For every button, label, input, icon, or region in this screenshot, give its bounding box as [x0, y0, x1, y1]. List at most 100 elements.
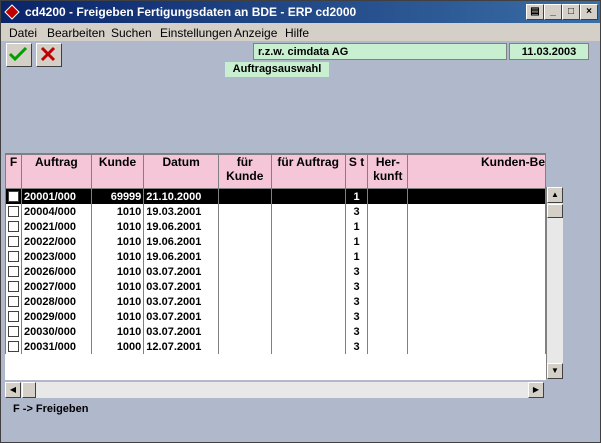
cell-fuer-kunde	[217, 234, 272, 249]
cell-herkunft	[367, 339, 409, 354]
table-row[interactable]: 20028/000 1010 03.07.2001 3	[5, 294, 546, 309]
row-checkbox[interactable]	[5, 188, 22, 204]
cell-datum: 19.06.2001	[143, 219, 219, 234]
row-checkbox[interactable]	[5, 324, 22, 339]
row-checkbox[interactable]	[5, 294, 22, 309]
table-row[interactable]: 20004/000 1010 19.03.2001 3	[5, 204, 546, 219]
cell-datum: 19.03.2001	[143, 204, 219, 219]
col-header-f[interactable]: F	[5, 154, 22, 189]
cell-datum: 03.07.2001	[143, 309, 219, 324]
checkbox-icon[interactable]	[8, 206, 19, 218]
scroll-down-icon[interactable]: ▼	[547, 363, 563, 379]
maximize-button[interactable]: □	[562, 4, 580, 20]
cell-fuer-kunde	[217, 324, 272, 339]
cell-datum: 19.06.2001	[143, 249, 219, 264]
cell-st: 1	[344, 249, 369, 264]
minimize-button[interactable]: _	[544, 4, 562, 20]
cell-datum: 21.10.2000	[143, 188, 219, 204]
col-header-fuer-kunde[interactable]: für Kunde	[217, 154, 272, 189]
scroll-left-icon[interactable]: ◀	[5, 382, 21, 398]
row-checkbox[interactable]	[5, 279, 22, 294]
cell-auftrag: 20029/000	[21, 309, 92, 324]
cell-fuer-kunde	[217, 219, 272, 234]
cell-fuer-auftrag	[270, 234, 346, 249]
table-row[interactable]: 20023/000 1010 19.06.2001 1	[5, 249, 546, 264]
scroll-right-icon[interactable]: ▶	[528, 382, 544, 398]
cell-herkunft	[367, 279, 409, 294]
checkbox-icon[interactable]	[8, 326, 19, 338]
cell-datum: 03.07.2001	[143, 294, 219, 309]
order-grid[interactable]: F Auftrag Kunde Datum für Kunde für Auft…	[5, 153, 546, 380]
row-checkbox[interactable]	[5, 264, 22, 279]
cell-auftrag: 20030/000	[21, 324, 92, 339]
checkbox-icon[interactable]	[8, 296, 19, 308]
menu-hilfe[interactable]: Hilfe	[285, 26, 309, 40]
menu-anzeige[interactable]: Anzeige	[234, 26, 277, 40]
cell-datum: 12.07.2001	[143, 339, 219, 354]
window-title: cd4200 - Freigeben Fertigungsdaten an BD…	[25, 5, 357, 19]
checkbox-icon[interactable]	[8, 341, 19, 353]
cell-herkunft	[367, 324, 409, 339]
horizontal-scrollbar[interactable]: ◀ ▶	[5, 382, 544, 398]
cell-fuer-auftrag	[270, 249, 346, 264]
row-checkbox[interactable]	[5, 339, 22, 354]
table-row[interactable]: 20021/000 1010 19.06.2001 1	[5, 219, 546, 234]
table-row[interactable]: 20001/000 69999 21.10.2000 1	[5, 188, 546, 204]
row-checkbox[interactable]	[5, 204, 22, 219]
scroll-up-icon[interactable]: ▲	[547, 187, 563, 203]
cancel-button[interactable]	[36, 43, 62, 67]
table-row[interactable]: 20030/000 1010 03.07.2001 3	[5, 324, 546, 339]
table-row[interactable]: 20029/000 1010 03.07.2001 3	[5, 309, 546, 324]
cell-kunden-be	[407, 309, 546, 324]
cell-auftrag: 20026/000	[21, 264, 92, 279]
cell-kunden-be	[407, 339, 546, 354]
menu-einstellungen[interactable]: Einstellungen	[160, 26, 232, 40]
cell-fuer-kunde	[217, 309, 272, 324]
title-bar: cd4200 - Freigeben Fertigungsdaten an BD…	[1, 1, 600, 23]
ok-button[interactable]	[6, 43, 32, 67]
row-checkbox[interactable]	[5, 234, 22, 249]
cell-kunde: 1010	[90, 294, 145, 309]
table-row[interactable]: 20026/000 1010 03.07.2001 3	[5, 264, 546, 279]
print-icon[interactable]: ▤	[526, 4, 544, 20]
menu-datei[interactable]: Datei	[9, 26, 37, 40]
col-header-auftrag[interactable]: Auftrag	[21, 154, 92, 189]
cell-auftrag: 20001/000	[21, 188, 92, 204]
col-header-kunden-be[interactable]: Kunden-Be	[407, 154, 546, 189]
table-row[interactable]: 20031/000 1000 12.07.2001 3	[5, 339, 546, 354]
scroll-thumb[interactable]	[547, 204, 563, 218]
col-header-st[interactable]: S t	[344, 154, 369, 189]
cell-fuer-kunde	[217, 204, 272, 219]
cell-fuer-auftrag	[270, 309, 346, 324]
col-header-kunde[interactable]: Kunde	[90, 154, 145, 189]
checkbox-icon[interactable]	[8, 266, 19, 278]
checkbox-icon[interactable]	[8, 281, 19, 293]
cell-herkunft	[367, 188, 409, 204]
row-checkbox[interactable]	[5, 219, 22, 234]
cell-kunden-be	[407, 294, 546, 309]
table-row[interactable]: 20027/000 1010 03.07.2001 3	[5, 279, 546, 294]
checkbox-icon[interactable]	[8, 251, 19, 263]
menu-suchen[interactable]: Suchen	[111, 26, 152, 40]
cell-auftrag: 20022/000	[21, 234, 92, 249]
vertical-scrollbar[interactable]: ▲ ▼	[546, 187, 563, 379]
cell-kunden-be	[407, 219, 546, 234]
checkbox-icon[interactable]	[8, 311, 19, 323]
checkbox-icon[interactable]	[8, 221, 19, 233]
close-button[interactable]: ×	[580, 4, 598, 20]
row-checkbox[interactable]	[5, 309, 22, 324]
hscroll-thumb[interactable]	[22, 382, 36, 398]
cell-fuer-auftrag	[270, 324, 346, 339]
cell-datum: 19.06.2001	[143, 234, 219, 249]
row-checkbox[interactable]	[5, 249, 22, 264]
cell-auftrag: 20027/000	[21, 279, 92, 294]
col-header-datum[interactable]: Datum	[143, 154, 219, 189]
col-header-fuer-auftrag[interactable]: für Auftrag	[270, 154, 346, 189]
col-header-herkunft[interactable]: Her-kunft	[367, 154, 409, 189]
table-row[interactable]: 20022/000 1010 19.06.2001 1	[5, 234, 546, 249]
checkbox-icon[interactable]	[8, 191, 19, 203]
menu-bar: Datei Bearbeiten Suchen Einstellungen An…	[1, 23, 600, 41]
cell-kunde: 1010	[90, 264, 145, 279]
menu-bearbeiten[interactable]: Bearbeiten	[47, 26, 105, 40]
checkbox-icon[interactable]	[8, 236, 19, 248]
